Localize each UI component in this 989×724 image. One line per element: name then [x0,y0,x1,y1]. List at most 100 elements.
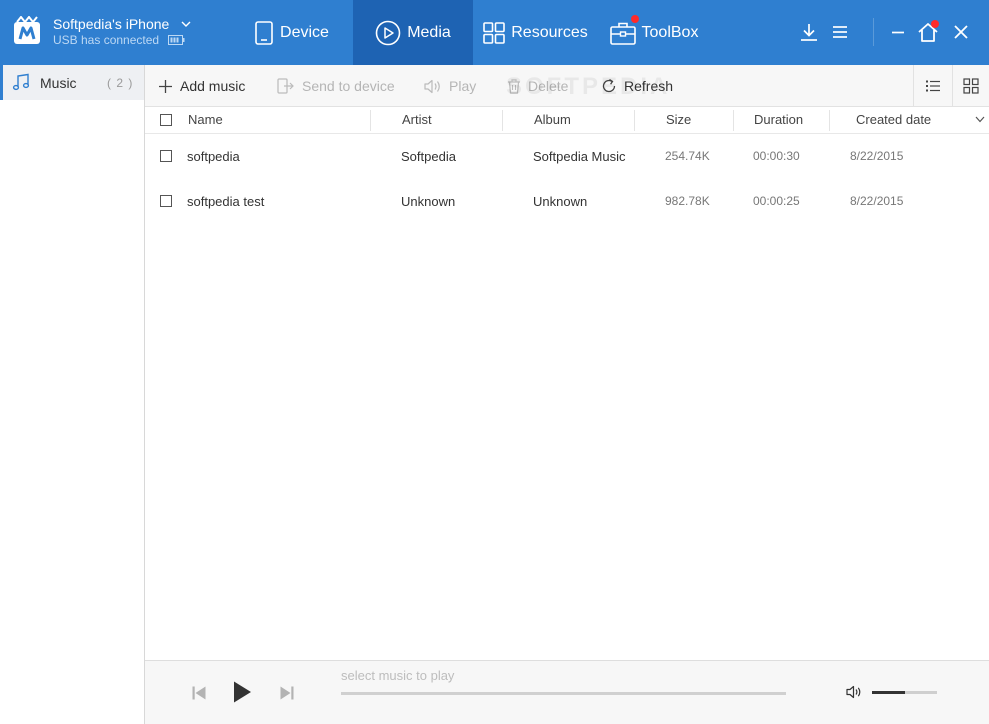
tab-device-label: Device [280,23,329,41]
sidebar: Music ( 2 ) [0,65,145,724]
trash-icon [508,78,520,94]
plus-icon [159,79,172,93]
column-header-album[interactable]: Album [534,112,571,127]
play-pause-button[interactable] [229,678,255,706]
battery-icon [168,35,185,45]
column-divider [733,110,734,131]
column-header-duration[interactable]: Duration [754,112,803,127]
tab-toolbox-label: ToolBox [641,23,699,41]
row-checkbox[interactable] [160,195,172,207]
column-header-size[interactable]: Size [666,112,691,127]
column-divider [502,110,503,131]
table-row[interactable]: softpedia Softpedia Softpedia Music 254.… [145,134,989,179]
send-to-device-button[interactable]: Send to device [277,65,395,107]
title-bar: Softpedia's iPhone USB has connected Dev… [0,0,989,65]
volume-icon [846,685,861,699]
toolbar: Add music Send to device Play Delete Ref… [145,65,989,107]
next-track-button[interactable] [277,683,297,703]
home-notification-dot [931,20,939,28]
sidebar-item-music[interactable]: Music ( 2 ) [0,65,144,100]
toolbox-notification-dot [631,15,639,23]
column-header-artist[interactable]: Artist [402,112,432,127]
table-header: Name Artist Album Size Duration Created … [145,107,989,134]
column-header-name[interactable]: Name [188,112,223,127]
download-button[interactable] [795,18,823,46]
cell-artist: Softpedia [401,149,456,164]
grid-icon [483,21,506,44]
add-music-button[interactable]: Add music [158,65,245,107]
refresh-label: Refresh [624,78,674,94]
column-divider [370,110,371,131]
cell-name: softpedia [187,149,240,164]
refresh-button[interactable]: Refresh [601,65,673,107]
sidebar-item-count: ( 2 ) [107,76,134,90]
speaker-icon [424,79,440,93]
tab-toolbox[interactable]: ToolBox [598,0,710,65]
download-icon [801,24,817,41]
column-divider [829,110,830,131]
cell-size: 982.78K [665,194,710,208]
delete-button[interactable]: Delete [507,65,568,107]
device-selector[interactable]: Softpedia's iPhone USB has connected [0,0,230,65]
list-view-icon [926,80,940,92]
sidebar-item-label: Music [40,75,77,91]
play-button[interactable]: Play [424,65,476,107]
sort-chevron-down-icon[interactable] [975,116,985,123]
grid-view-button[interactable] [952,65,989,107]
menu-button[interactable] [826,18,854,46]
minimize-button[interactable] [884,18,912,46]
cell-album: Unknown [533,194,588,209]
add-music-label: Add music [180,78,246,94]
cell-artist: Unknown [401,194,456,209]
skip-forward-icon [280,686,294,700]
app-logo-icon [14,16,40,44]
volume-slider[interactable] [872,691,937,694]
tab-resources-label: Resources [511,23,588,41]
connection-status: USB has connected [53,33,185,47]
connection-status-text: USB has connected [53,33,160,47]
close-icon [954,25,968,39]
close-button[interactable] [947,18,975,46]
column-divider [634,110,635,131]
cell-created-date: 8/22/2015 [850,194,904,208]
grid-view-icon [963,78,979,94]
skip-back-icon [192,686,206,700]
tab-resources[interactable]: Resources [473,0,598,65]
play-icon [234,681,251,703]
device-name[interactable]: Softpedia's iPhone [53,16,191,32]
music-note-icon [12,73,30,91]
device-name-text: Softpedia's iPhone [53,16,170,32]
tab-media-label: Media [407,23,451,41]
volume-button[interactable] [845,683,863,701]
row-checkbox[interactable] [160,150,172,162]
cell-album: Softpedia Music [533,149,626,164]
cell-duration: 00:00:25 [753,194,800,208]
cell-created-date: 8/22/2015 [850,149,904,163]
toolbox-icon [609,22,636,45]
play-label: Play [449,78,477,94]
cell-duration: 00:00:30 [753,149,800,163]
cell-name: softpedia test [187,194,265,209]
send-to-device-label: Send to device [302,78,395,94]
cell-size: 254.74K [665,149,710,163]
chevron-down-icon[interactable] [181,21,191,27]
table-row[interactable]: softpedia test Unknown Unknown 982.78K 0… [145,179,989,224]
tab-device[interactable]: Device [230,0,353,65]
hamburger-menu-icon [833,26,847,38]
send-to-device-icon [277,78,294,94]
column-header-created-date[interactable]: Created date [856,112,931,127]
tab-media[interactable]: Media [353,0,473,65]
select-all-checkbox[interactable] [160,114,172,126]
previous-track-button[interactable] [189,683,209,703]
now-playing-text: select music to play [341,668,455,683]
refresh-icon [602,78,616,93]
minimize-icon [892,31,904,34]
title-bar-divider [873,18,874,46]
delete-label: Delete [528,78,569,94]
player-bar: select music to play [145,660,989,724]
volume-slider-fill [872,691,905,694]
list-view-button[interactable] [914,65,952,107]
playback-progress-bar[interactable] [341,692,786,695]
play-circle-icon [375,20,401,45]
phone-icon [255,20,273,45]
